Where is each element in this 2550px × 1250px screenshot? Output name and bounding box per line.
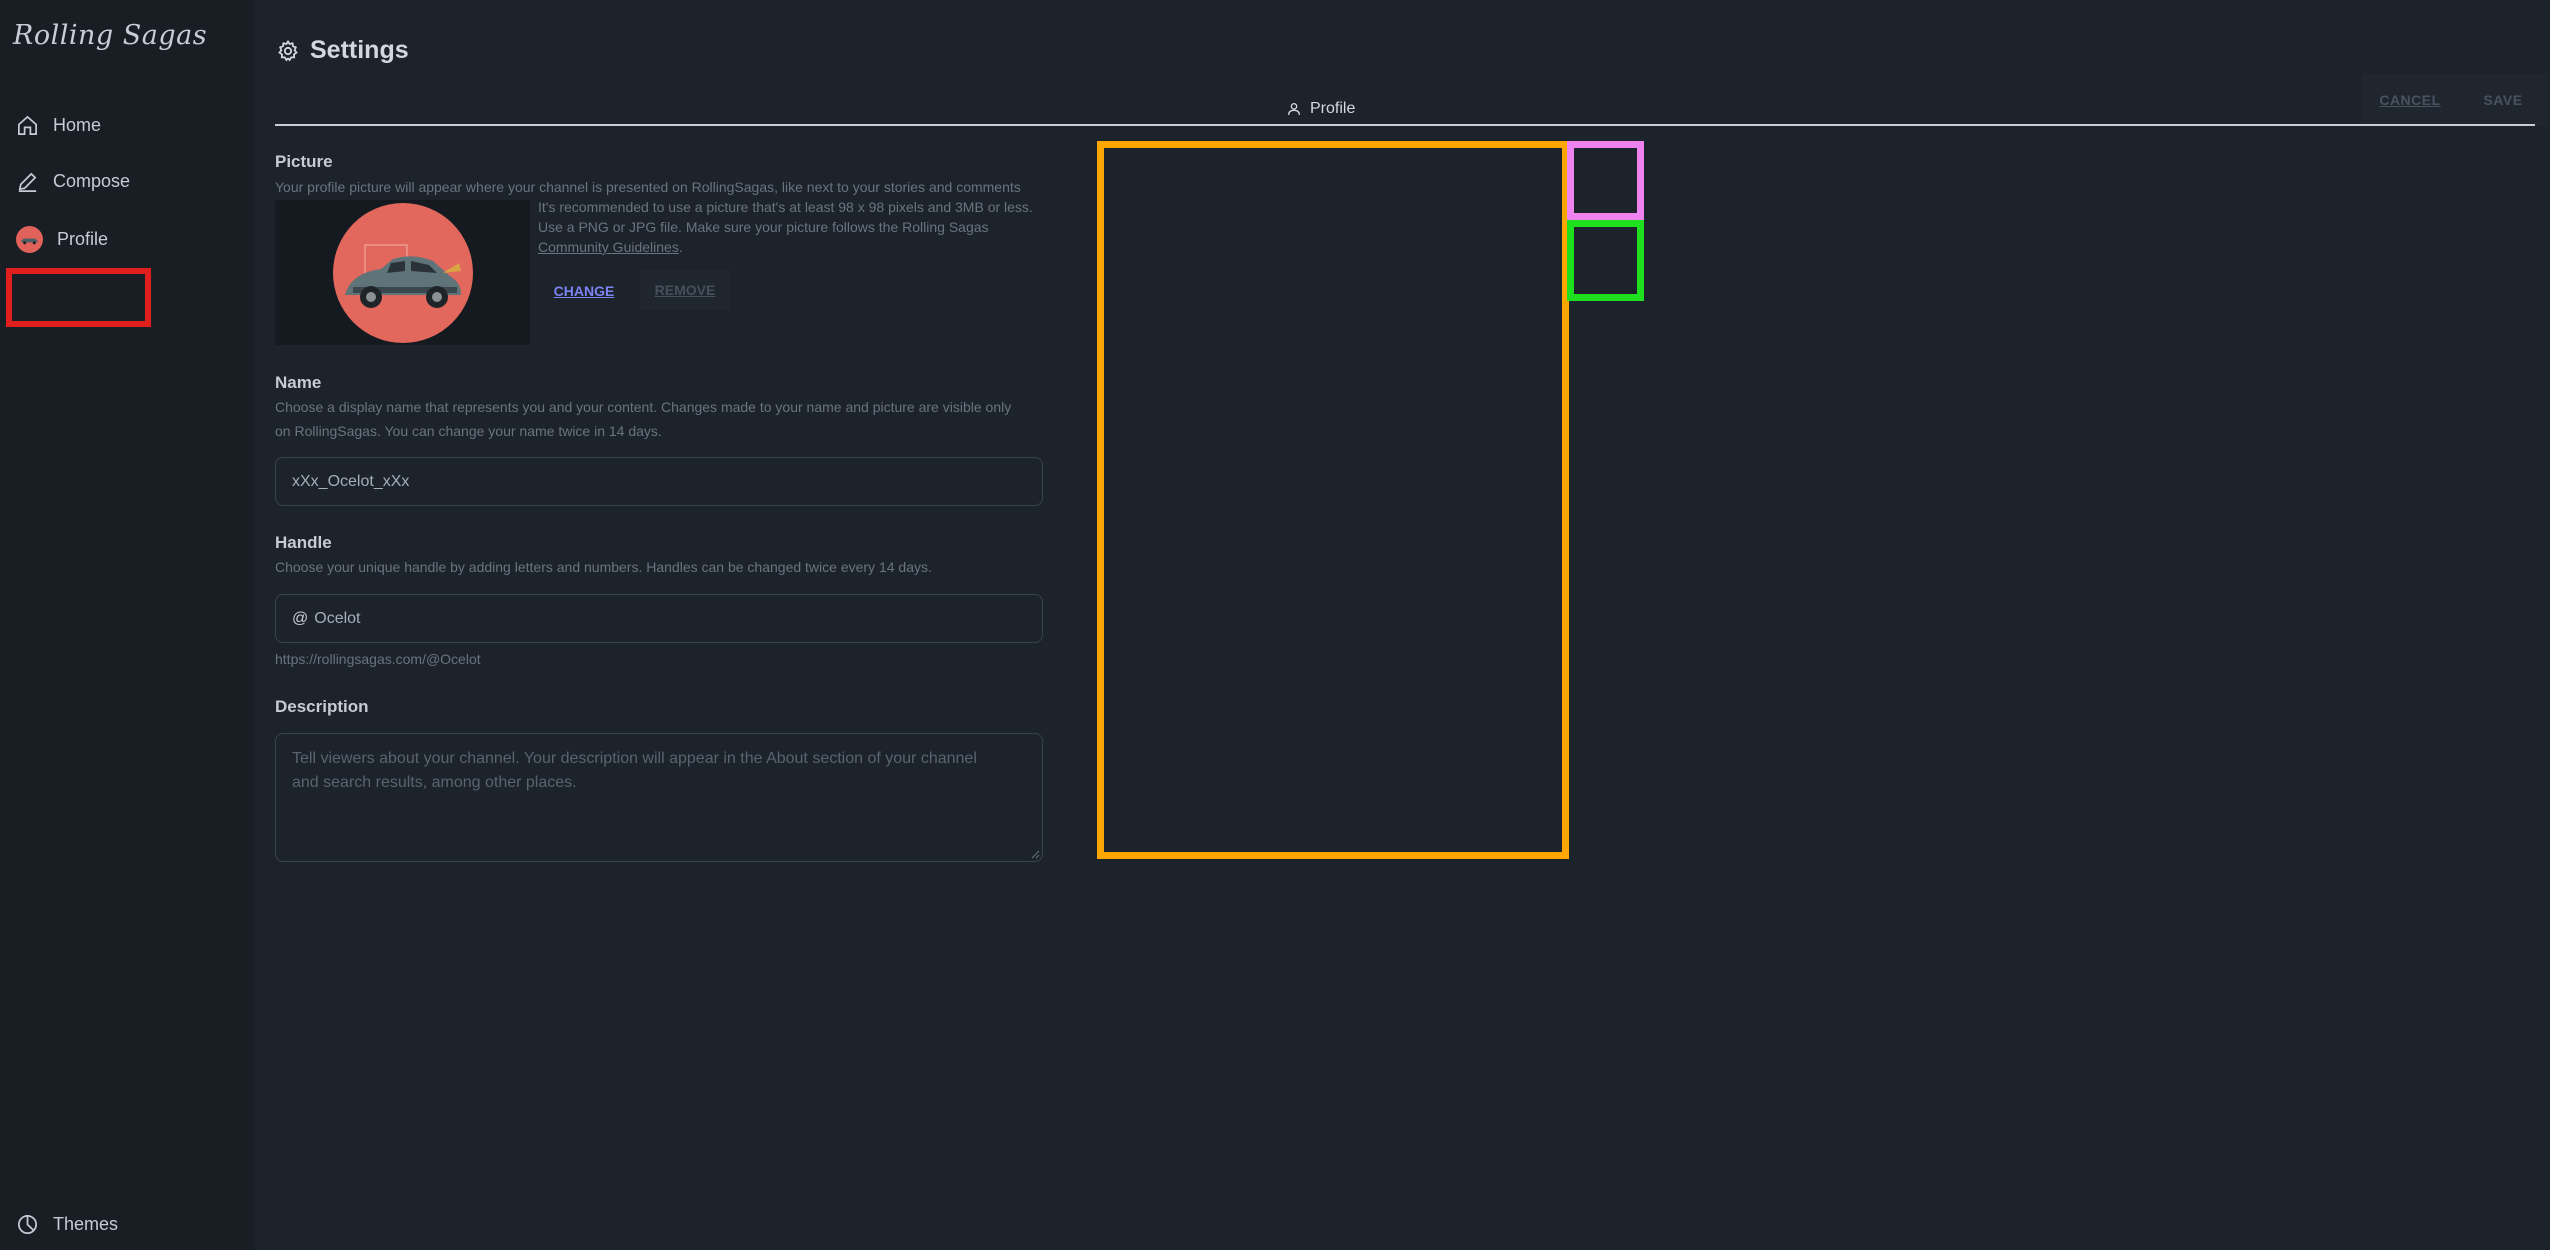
at-prefix: @ [292,609,309,627]
palette-icon [18,1214,37,1234]
profile-picture-frame [275,200,530,345]
pencil-icon [18,172,37,192]
name-field[interactable]: xXx_Ocelot_xXx [275,457,1043,506]
picture-description: Your profile picture will appear where y… [275,179,1021,195]
picture-guidelines-note: It's recommended to use a picture that's… [538,197,1048,257]
profile-picture [333,203,473,343]
highlight-box-green [1567,220,1644,301]
picture-note-line1: It's recommended to use a picture that's… [538,199,1033,215]
description-textarea[interactable]: Tell viewers about your channel. Your de… [275,733,1043,862]
page-title: Settings [276,36,409,65]
picture-note-line3: Community Guidelines. [538,237,1048,257]
sidebar-item-label: Home [53,114,102,135]
description-placeholder-line1: Tell viewers about your channel. Your de… [292,750,977,767]
gear-icon [278,39,298,61]
tab-bar: Profile [275,94,2535,126]
description-label: Description [275,697,369,716]
name-label: Name [275,373,322,392]
sidebar-item-label: Compose [53,170,131,191]
sidebar-item-compose[interactable]: Compose [16,163,130,199]
sidebar-item-label: Themes [53,1213,119,1234]
page-title-text: Settings [310,36,409,64]
name-description: Choose a display name that represents yo… [275,395,1011,443]
handle-field-value: Ocelot [314,609,361,627]
highlight-box-orange [1097,141,1569,859]
home-icon [18,115,37,135]
name-field-value: xXx_Ocelot_xXx [292,472,410,490]
highlight-box-pink [1567,141,1644,220]
user-icon [1288,103,1300,116]
resize-handle-icon[interactable] [1030,849,1040,859]
sidebar-item-themes[interactable]: Themes [16,1206,118,1242]
highlight-box-red [6,268,151,327]
community-guidelines-link[interactable]: Community Guidelines [538,239,679,255]
description-placeholder-line2: and search results, among other places. [292,774,577,791]
name-description-line1: Choose a display name that represents yo… [275,399,1012,415]
name-description-line2: on RollingSagas. You can change your nam… [275,423,662,439]
sidebar-item-home[interactable]: Home [16,107,101,143]
change-picture-button[interactable]: CHANGE [542,272,626,310]
sidebar-item-profile[interactable]: Profile [16,221,108,257]
picture-label: Picture [275,152,333,171]
picture-note-end: . [678,239,683,255]
handle-label: Handle [275,533,332,552]
brand-logo[interactable]: Rolling Sagas [13,20,207,51]
remove-picture-button[interactable]: REMOVE [640,270,730,310]
tab-label: Profile [1310,100,1356,117]
tab-profile[interactable]: Profile [1286,96,1355,122]
avatar [16,225,43,253]
handle-description: Choose your unique handle by adding lett… [275,559,932,575]
car-icon [20,238,39,244]
car-image [345,244,461,308]
picture-note-line2: Use a PNG or JPG file. Make sure your pi… [538,219,989,235]
handle-url: https://rollingsagas.com/@Ocelot [275,651,481,667]
handle-field[interactable]: @ Ocelot [275,594,1043,643]
sidebar: Rolling Sagas Home Compose Profile Theme… [0,0,254,1250]
sidebar-item-label: Profile [57,228,109,249]
